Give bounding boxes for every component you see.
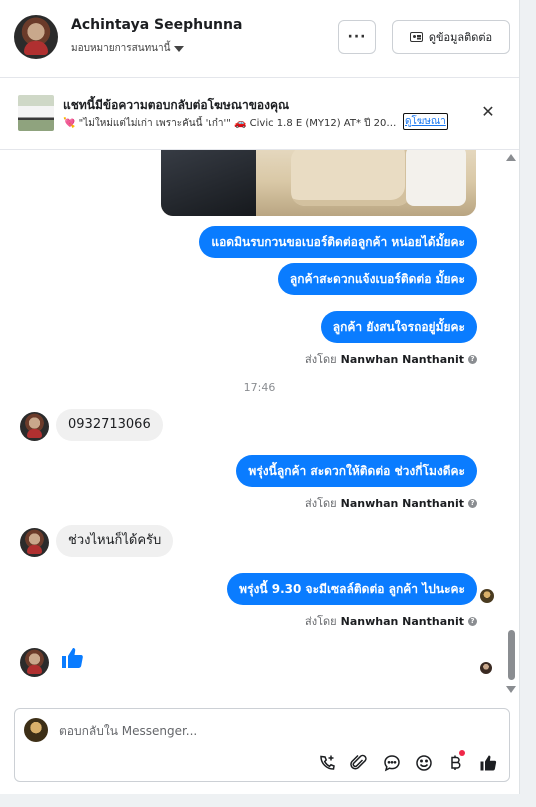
message-thread: แอดมินรบกวนขอเบอร์ติดต่อลูกค้า หน่อยได้ม…	[0, 150, 519, 695]
notification-dot	[459, 750, 465, 756]
info-icon[interactable]: ?	[468, 616, 477, 626]
ad-reply-banner: แชทนี้มีข้อความตอบกลับต่อโฆษณาของคุณ 💘 "…	[0, 78, 519, 150]
outgoing-message[interactable]: พรุ่งนี้ 9.30 จะมีเซลล์ติดต่อ ลูกค้า ไปน…	[227, 573, 477, 605]
conversation-header: Achintaya Seephunna มอบหมายการสนทนานี้ ·…	[0, 0, 519, 78]
scrollbar-thumb[interactable]	[508, 630, 515, 680]
outgoing-message[interactable]: พรุ่งนี้ลูกค้า สะดวกให้ติดต่อ ช่วงกี่โมง…	[236, 455, 477, 487]
ad-banner-title: แชทนี้มีข้อความตอบกลับต่อโฆษณาของคุณ	[63, 98, 290, 112]
call-add-icon[interactable]	[316, 752, 338, 774]
incoming-message[interactable]: 0932713066	[56, 409, 163, 441]
incoming-message[interactable]: ช่วงไหนก็ได้ครับ	[56, 525, 174, 557]
baht-icon[interactable]	[445, 750, 467, 774]
outgoing-message[interactable]: ลูกค้าสะดวกแจ้งเบอร์ติดต่อ มั้ยคะ	[277, 263, 477, 295]
inbox-conversation-panel: Achintaya Seephunna มอบหมายการสนทนานี้ ·…	[0, 0, 520, 794]
contact-card-icon	[409, 32, 423, 42]
car-interior-photo[interactable]	[161, 150, 476, 216]
contact-avatar[interactable]	[14, 15, 58, 59]
ad-thumbnail	[18, 95, 54, 131]
assign-label: มอบหมายการสนทนานี้	[71, 43, 171, 54]
outgoing-message[interactable]: ลูกค้า ยังสนใจรถอยู่มั้ยคะ	[320, 311, 477, 343]
contact-avatar-small	[20, 528, 49, 557]
sent-by-label: ส่งโดย Nanwhan Nanthanit ?	[305, 350, 477, 368]
attachment-icon[interactable]	[348, 752, 370, 774]
sent-by-prefix: ส่งโดย	[305, 497, 337, 510]
reply-composer	[14, 708, 510, 782]
outgoing-message[interactable]: แอดมินรบกวนขอเบอร์ติดต่อลูกค้า หน่อยได้ม…	[199, 226, 477, 258]
page-avatar	[24, 718, 48, 742]
thumbs-up-icon[interactable]	[60, 646, 84, 674]
info-icon[interactable]: ?	[468, 354, 477, 364]
sent-by-name: Nanwhan Nanthanit	[340, 496, 464, 510]
reply-input[interactable]	[59, 722, 439, 740]
ad-banner-subtitle: 💘 "ไม่ใหม่แต่ไม่เก่า เพราะคันนี้ 'เก๋า'"…	[63, 118, 401, 129]
seen-avatar	[480, 589, 494, 603]
scroll-up-arrow[interactable]	[506, 154, 516, 161]
contact-avatar-small	[20, 412, 49, 441]
contact-info-button[interactable]: ดูข้อมูลติดต่อ	[392, 20, 510, 54]
saved-reply-icon[interactable]	[381, 752, 403, 774]
info-icon[interactable]: ?	[468, 498, 477, 508]
close-icon[interactable]: ✕	[478, 102, 498, 122]
contact-avatar-small	[20, 648, 49, 677]
like-send-icon[interactable]	[477, 752, 499, 774]
scroll-down-arrow[interactable]	[506, 686, 516, 693]
sent-by-name: Nanwhan Nanthanit	[340, 352, 464, 366]
assign-conversation-dropdown[interactable]: มอบหมายการสนทนานี้	[71, 41, 185, 56]
time-divider: 17:46	[243, 381, 276, 394]
contact-name[interactable]: Achintaya Seephunna	[71, 17, 242, 33]
sent-by-label: ส่งโดย Nanwhan Nanthanit ?	[305, 494, 477, 512]
seen-avatar	[480, 662, 492, 674]
sent-by-name: Nanwhan Nanthanit	[340, 614, 464, 628]
caret-down-icon	[174, 45, 185, 52]
sent-by-label: ส่งโดย Nanwhan Nanthanit ?	[305, 612, 477, 630]
sent-by-prefix: ส่งโดย	[305, 353, 337, 366]
more-options-button[interactable]: ···	[338, 20, 376, 54]
contact-info-label: ดูข้อมูลติดต่อ	[428, 31, 493, 44]
emoji-icon[interactable]	[413, 752, 435, 774]
sent-by-prefix: ส่งโดย	[305, 615, 337, 628]
view-ad-link[interactable]: ดูโฆษณา	[403, 113, 448, 130]
